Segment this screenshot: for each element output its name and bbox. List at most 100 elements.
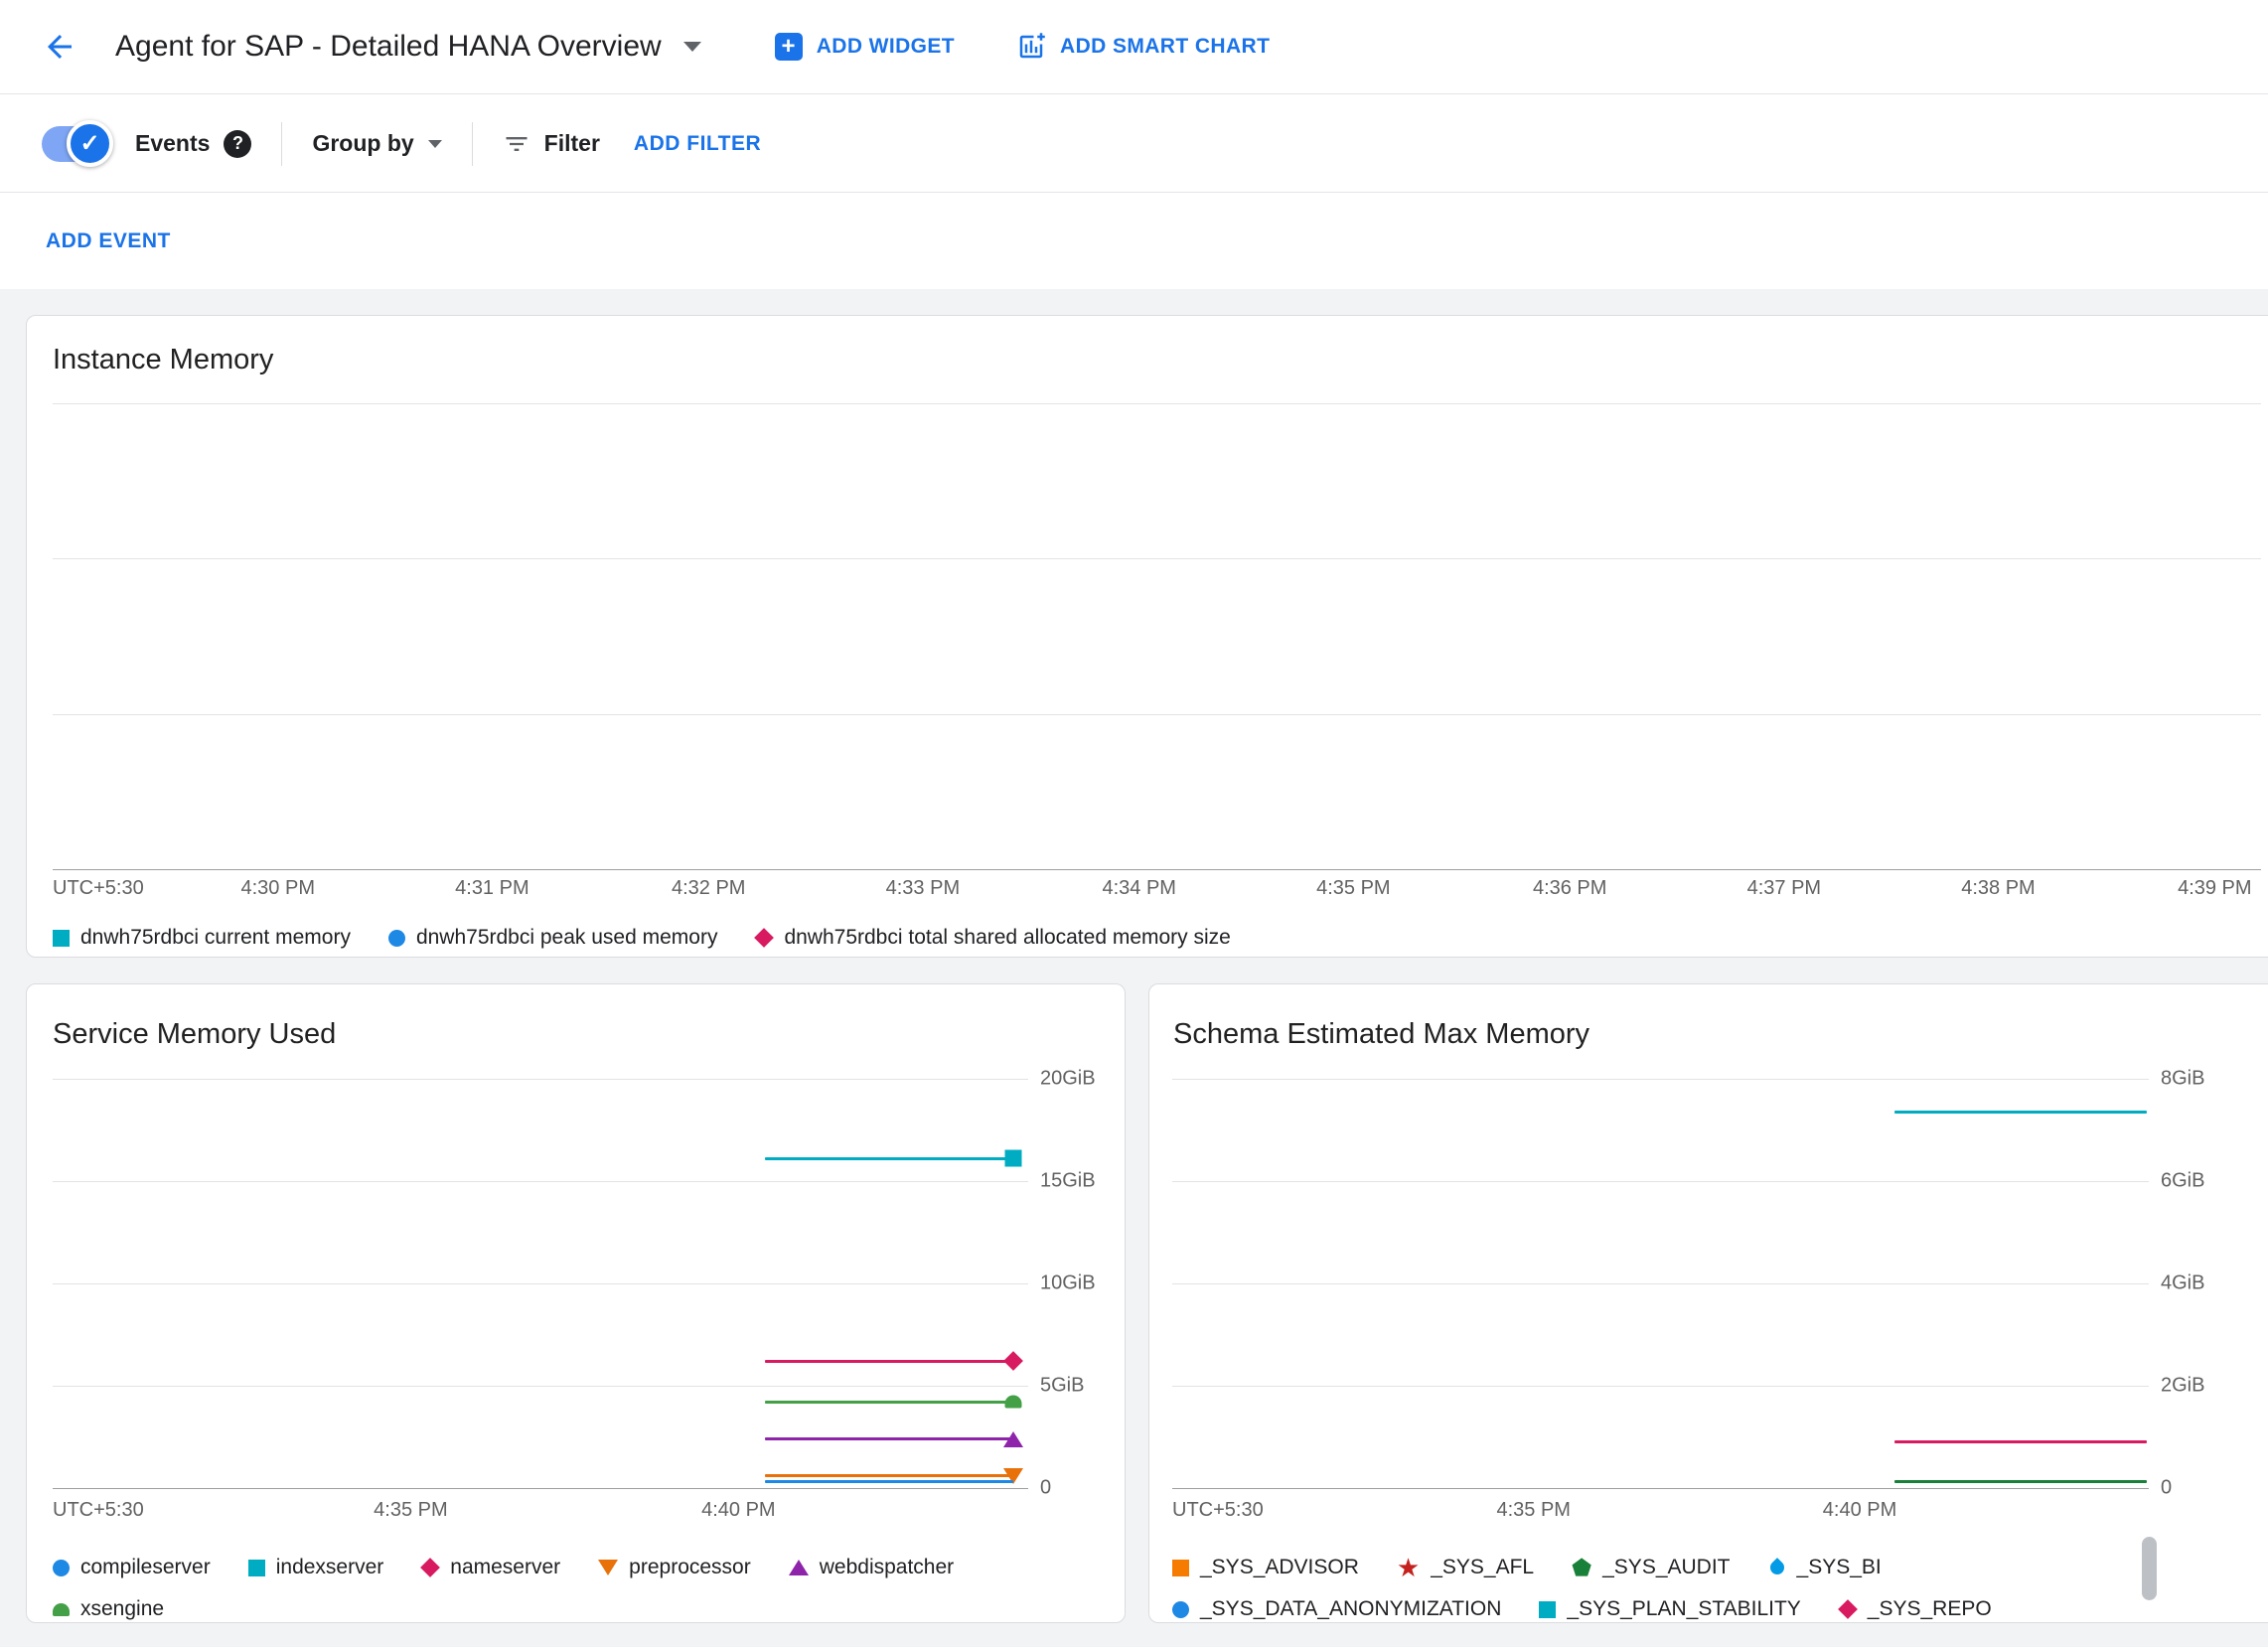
legend-item[interactable]: _SYS_REPO [1837, 1597, 1992, 1621]
header: Agent for SAP - Detailed HANA Overview +… [0, 0, 2268, 94]
legend-item[interactable]: dnwh75rdbci total shared allocated memor… [754, 926, 1231, 950]
series-line-nameserver[interactable] [764, 1359, 1014, 1363]
dome-marker-icon [1004, 1395, 1022, 1409]
x-tick-label: 4:32 PM [671, 877, 746, 899]
triangle-down-marker-icon [598, 1560, 619, 1575]
y-tick-label: 2GiB [2161, 1374, 2205, 1397]
legend-label: _SYS_ADVISOR [1200, 1556, 1359, 1578]
legend-item[interactable]: _SYS_ADVISOR [1172, 1556, 1359, 1579]
gridline [53, 1386, 1028, 1387]
filter-control[interactable]: Filter [503, 130, 600, 158]
chart-card-service-memory-used: Service Memory Used 20GiB 15GiB 10GiB 5GiB 0… [26, 983, 1126, 1623]
x-tick-label: 4:30 PM [240, 877, 315, 899]
gridline [53, 1079, 1028, 1080]
legend-item[interactable]: dnwh75rdbci current memory [53, 926, 351, 950]
back-button[interactable] [40, 27, 79, 67]
plot-area[interactable] [1172, 1079, 2149, 1489]
title-dropdown-caret-icon[interactable] [682, 42, 701, 52]
group-by-caret-icon [427, 139, 442, 148]
group-by-dropdown[interactable]: Group by [312, 130, 442, 157]
gridline [53, 1181, 1028, 1182]
legend-label: webdispatcher [819, 1556, 955, 1578]
series-line-xsengine[interactable] [764, 1400, 1014, 1404]
legend-item[interactable]: _SYS_BI [1766, 1556, 1882, 1579]
chart-title: Service Memory Used [53, 1018, 337, 1050]
star-marker-icon: ★ [1396, 1553, 1421, 1582]
legend-label: _SYS_BI [1796, 1556, 1882, 1578]
add-smart-chart-button[interactable]: ADD SMART CHART [1016, 32, 1270, 62]
legend-label: _SYS_REPO [1867, 1597, 1992, 1620]
x-tick-label: 4:31 PM [455, 877, 529, 899]
timezone-label: UTC+5:30 [53, 1499, 144, 1521]
legend-item[interactable]: ⬟ _SYS_AUDIT [1572, 1556, 1730, 1579]
arrow-back-icon [48, 35, 72, 59]
gridline [53, 403, 2261, 404]
legend-item[interactable]: preprocessor [598, 1556, 751, 1579]
add-event-button[interactable]: ADD EVENT [46, 229, 171, 253]
legend-item[interactable]: indexserver [247, 1556, 383, 1579]
series-line-_SYS_AUDIT[interactable] [1894, 1480, 2148, 1484]
group-by-label: Group by [312, 130, 414, 156]
legend-item[interactable]: compileserver [53, 1556, 211, 1579]
gridline [1172, 1386, 2149, 1387]
x-tick-label: 4:37 PM [1746, 877, 1822, 899]
square-marker-icon [1172, 1559, 1189, 1576]
legend-item[interactable]: dnwh75rdbci peak used memory [387, 926, 717, 950]
square-marker-icon [1539, 1600, 1557, 1618]
filter-icon [506, 136, 528, 151]
toggle-check-icon: ✓ [67, 119, 113, 167]
series-line-webdispatcher[interactable] [764, 1437, 1014, 1441]
legend-item[interactable]: webdispatcher [788, 1556, 955, 1579]
legend-item[interactable]: xsengine [53, 1597, 164, 1621]
x-axis-labels: UTC+5:30 4:30 PM 4:31 PM 4:32 PM 4:33 PM 4:34… [53, 877, 2261, 907]
events-label: Events [135, 130, 211, 156]
add-widget-label: ADD WIDGET [816, 35, 956, 58]
triangle-up-marker-icon [788, 1560, 809, 1575]
gridline [53, 558, 2261, 560]
dashboard-title: Agent for SAP - Detailed HANA Overview [115, 30, 662, 63]
chart-card-instance-memory: Instance Memory UTC+5:30 4:30 PM 4:31 PM 4:… [26, 315, 2268, 958]
series-line-indexserver[interactable] [764, 1156, 1014, 1160]
legend-item[interactable]: _SYS_DATA_ANONYMIZATION [1172, 1597, 1501, 1621]
chart-card-schema-estimated-max-memory: Schema Estimated Max Memory 8GiB 6GiB 4GiB… [1148, 983, 2268, 1623]
triangle-up-marker-icon [1003, 1430, 1024, 1447]
diamond-marker-icon [1837, 1599, 1858, 1619]
y-tick-label: 0 [1040, 1476, 1052, 1499]
x-tick-label: 4:33 PM [885, 877, 961, 899]
series-line-preprocessor[interactable] [764, 1474, 1014, 1478]
filter-label: Filter [543, 130, 600, 156]
circle-marker-icon [53, 1559, 70, 1576]
x-axis-line [53, 1488, 1028, 1489]
legend-item[interactable]: ★ _SYS_AFL [1396, 1553, 1534, 1582]
dome-marker-icon [53, 1602, 70, 1616]
series-line-compileserver[interactable] [764, 1480, 1014, 1484]
add-filter-button[interactable]: ADD FILTER [634, 132, 761, 156]
legend: dnwh75rdbci current memory dnwh75rdbci pe… [53, 926, 2253, 950]
circle-marker-icon [1172, 1600, 1189, 1618]
y-axis-labels: 20GiB 15GiB 10GiB 5GiB 0 [1040, 1068, 1126, 1499]
chart-title: Schema Estimated Max Memory [1173, 1018, 1590, 1050]
legend-scrollbar-thumb[interactable] [2142, 1537, 2157, 1600]
events-toggle[interactable]: ✓ [42, 119, 113, 167]
plot-area[interactable] [53, 1079, 1028, 1489]
series-end-marker [1003, 1351, 1024, 1372]
series-line-_SYS_REPO[interactable] [1894, 1440, 2148, 1444]
events-help-icon[interactable]: ? [224, 129, 252, 158]
x-tick-label: 4:35 PM [374, 1499, 448, 1521]
gridline [53, 1283, 1028, 1284]
legend-label: nameserver [450, 1556, 561, 1578]
series-end-marker [1004, 1149, 1022, 1167]
x-tick-label: 4:34 PM [1102, 877, 1176, 899]
plot-area[interactable] [53, 403, 2261, 870]
series-end-marker [1003, 1430, 1024, 1447]
series-line-_SYS_PLAN_STABILITY[interactable] [1894, 1110, 2148, 1114]
legend-label: compileserver [80, 1556, 211, 1578]
add-widget-button[interactable]: + ADD WIDGET [774, 33, 956, 61]
x-tick-label: 4:35 PM [1496, 1499, 1571, 1521]
square-marker-icon [247, 1559, 265, 1576]
legend-item[interactable]: nameserver [420, 1556, 561, 1579]
y-tick-label: 5GiB [1040, 1374, 1085, 1397]
legend-item[interactable]: _SYS_PLAN_STABILITY [1539, 1597, 1801, 1621]
y-tick-label: 6GiB [2161, 1169, 2205, 1192]
filter-toolbar: ✓ Events ? Group by Filter ADD FILTER [0, 95, 2268, 193]
